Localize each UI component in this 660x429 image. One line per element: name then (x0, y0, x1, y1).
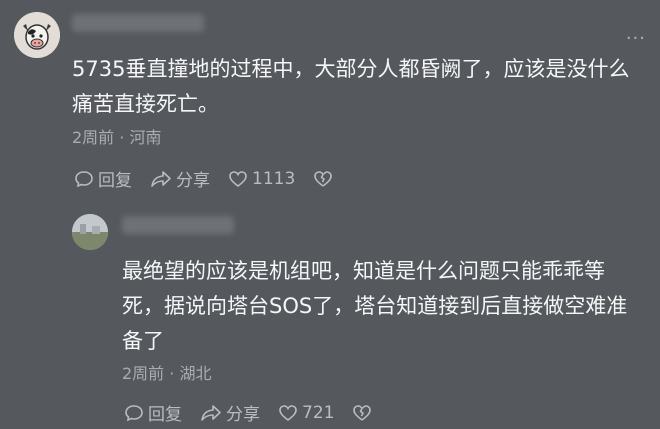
landscape-avatar-icon[interactable] (72, 214, 108, 250)
share-icon (151, 170, 171, 187)
heart-icon (279, 404, 297, 421)
comment-line: 最绝望的应该是机组吧，知道是什么问题只能乖乖等 (122, 259, 605, 283)
more-options-icon[interactable]: ··· (626, 28, 646, 49)
comment-text: 最绝望的应该是机组吧，知道是什么问题只能乖乖等 死，据说向塔台SOS了，塔台知道… (122, 254, 642, 359)
cow-avatar-icon[interactable] (14, 12, 60, 58)
reply-button[interactable]: 回复 (124, 400, 182, 425)
comment-text: 5735垂直撞地的过程中，大部分人都昏阙了，应该是没什么 痛苦直接死亡。 (72, 52, 642, 122)
reply-label: 回复 (98, 171, 132, 191)
share-icon (201, 404, 221, 421)
share-button[interactable]: 分享 (200, 400, 260, 425)
reply-icon (75, 170, 93, 187)
comment-meta: 2周前 · 湖北 (122, 360, 211, 384)
share-label: 分享 (176, 171, 210, 191)
share-label: 分享 (226, 405, 260, 425)
comment-location: 湖北 (179, 364, 212, 383)
comment-location: 河南 (129, 128, 162, 147)
comment-actions: 回复 分享 1113 (74, 166, 355, 191)
comment-actions: 回复 分享 721 (124, 400, 394, 425)
heart-icon (229, 170, 247, 187)
username-blurred[interactable] (72, 14, 204, 32)
dislike-button[interactable] (313, 169, 337, 189)
comment-time: 2周前 (122, 364, 165, 383)
reply-icon (125, 404, 143, 421)
comment-line: 5735垂直撞地的过程中，大部分人都昏阙了，应该是没什么 (72, 57, 630, 81)
username-blurred[interactable] (122, 216, 234, 234)
reply-button[interactable]: 回复 (74, 166, 132, 191)
dislike-button[interactable] (352, 403, 376, 423)
reply-label: 回复 (148, 405, 182, 425)
like-button[interactable]: 1113 (228, 169, 295, 189)
comment-line: 痛苦直接死亡。 (72, 92, 219, 116)
broken-heart-icon (314, 170, 333, 187)
share-button[interactable]: 分享 (150, 166, 210, 191)
like-count: 1113 (252, 168, 296, 189)
meta-separator: · (169, 364, 175, 383)
like-count: 721 (302, 402, 335, 423)
comment-line: 备了 (122, 329, 164, 353)
comment-meta: 2周前 · 河南 (72, 124, 161, 148)
like-button[interactable]: 721 (278, 403, 334, 423)
broken-heart-icon (353, 404, 372, 421)
comment-time: 2周前 (72, 128, 115, 147)
comment-line: 死，据说向塔台SOS了，塔台知道接到后直接做空难准 (122, 294, 628, 318)
meta-separator: · (119, 128, 125, 147)
